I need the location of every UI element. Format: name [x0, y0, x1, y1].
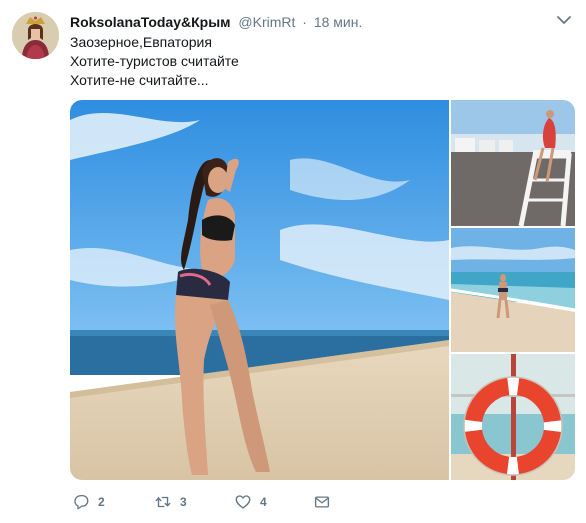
media-grid — [70, 100, 575, 480]
tweet-text: Заозерное,Евпатория Хотите-туристов счит… — [70, 33, 550, 90]
retweet-count: 3 — [180, 495, 187, 509]
reply-count: 2 — [98, 495, 105, 509]
tweet[interactable]: RoksolanaToday&Крым @KrimRt · 18 мин. За… — [0, 0, 586, 523]
separator-dot: · — [302, 14, 307, 30]
reply-icon — [74, 494, 89, 510]
photo-thumbnail[interactable] — [451, 354, 575, 480]
tweet-text-line: Хотите-туристов считайте — [70, 53, 239, 69]
photo-thumbnail[interactable] — [451, 100, 575, 226]
tweet-header: RoksolanaToday&Крым @KrimRt · 18 мин. — [70, 12, 556, 32]
timestamp[interactable]: 18 мин. — [314, 14, 363, 30]
retweet-button[interactable]: 3 — [154, 491, 187, 513]
like-button[interactable]: 4 — [234, 491, 267, 513]
photo-thumbnail[interactable] — [451, 228, 575, 352]
tweet-text-line: Хотите-не считайте... — [70, 72, 209, 88]
author-handle[interactable]: @KrimRt — [238, 14, 295, 30]
retweet-icon — [155, 496, 171, 508]
direct-message-button[interactable] — [313, 491, 331, 513]
like-count: 4 — [260, 495, 267, 509]
envelope-icon — [314, 496, 330, 508]
avatar[interactable] — [12, 12, 59, 59]
tweet-text-line: Заозерное,Евпатория — [70, 34, 212, 50]
author-name[interactable]: RoksolanaToday&Крым — [70, 14, 231, 30]
photo-main[interactable] — [70, 100, 449, 480]
chevron-down-icon[interactable] — [556, 12, 572, 28]
reply-button[interactable]: 2 — [72, 491, 105, 513]
heart-icon — [235, 495, 251, 509]
